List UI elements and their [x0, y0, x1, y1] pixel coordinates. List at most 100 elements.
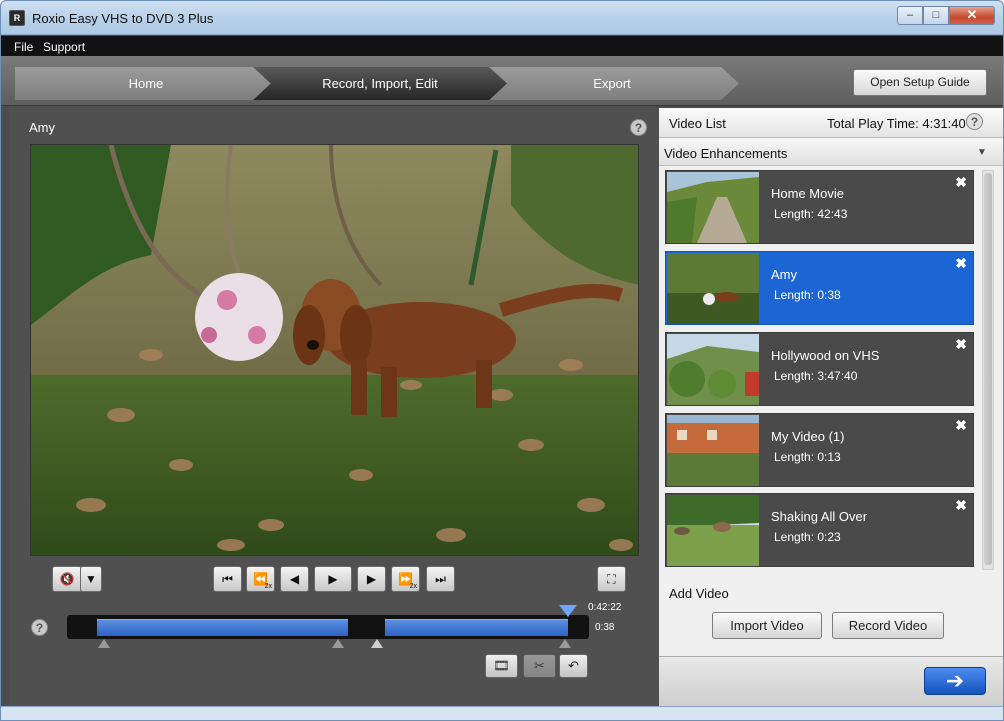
step-back-button[interactable]: ◀ — [280, 566, 309, 592]
video-name: Amy — [771, 267, 797, 282]
roxio-app-icon: R — [9, 10, 25, 26]
help-icon[interactable]: ? — [630, 119, 647, 136]
collapse-chevron-icon[interactable]: ▼ — [977, 147, 987, 158]
remove-video-icon[interactable]: ✖ — [955, 255, 967, 272]
undo-icon: ↶ — [568, 658, 579, 673]
video-item-hollywood-on-vhs[interactable]: Hollywood on VHS Length: 3:47:40 ✖ — [665, 332, 974, 406]
timeline-help-icon[interactable]: ? — [31, 619, 48, 636]
film-strip-icon: 🎞 — [493, 658, 510, 673]
trim-end-handle[interactable] — [371, 639, 383, 648]
timeline-scene-segment[interactable] — [385, 619, 569, 636]
scissors-icon: ✂ — [534, 658, 545, 673]
play-icon: ▶ — [328, 572, 338, 586]
video-item-my-video-1[interactable]: My Video (1) Length: 0:13 ✖ — [665, 413, 974, 487]
video-list-scrollbar[interactable] — [982, 170, 994, 570]
chevron-down-icon: ▼ — [85, 572, 97, 586]
video-item-home-movie[interactable]: Home Movie Length: 42:43 ✖ — [665, 170, 974, 244]
menu-bar: File Support — [1, 36, 1003, 56]
video-thumbnail — [667, 415, 759, 486]
player-pane: Amy ? 🔇 ▼ ⏮ ⏪ 2x ◀ ▶ ▶ ⏩ 2x ⏭ ⛶ ? 0:42:2… — [9, 108, 659, 706]
fast-forward-speed-label: 2x — [409, 583, 417, 590]
menu-support[interactable]: Support — [43, 40, 85, 54]
video-list: Home Movie Length: 42:43 ✖ Amy Length: 0… — [659, 166, 1003, 576]
video-length: Length: 0:38 — [774, 288, 841, 302]
playhead-marker[interactable] — [559, 605, 578, 617]
fullscreen-button[interactable]: ⛶ — [597, 566, 626, 592]
video-list-help-icon[interactable]: ? — [966, 113, 983, 130]
play-button[interactable]: ▶ — [314, 566, 352, 592]
skip-end-icon: ⏭ — [435, 572, 446, 586]
title-bar: R Roxio Easy VHS to DVD 3 Plus – □ ✕ — [1, 1, 1003, 35]
scene-end-marker[interactable] — [559, 639, 571, 648]
next-button[interactable]: ➔ — [924, 667, 986, 695]
add-video-label: Add Video — [669, 586, 729, 601]
video-name: Hollywood on VHS — [771, 348, 880, 363]
app-window: R Roxio Easy VHS to DVD 3 Plus – □ ✕ Fil… — [0, 0, 1004, 721]
nav-step-home[interactable]: Home — [15, 67, 277, 100]
window-title: Roxio Easy VHS to DVD 3 Plus — [32, 11, 214, 26]
step-forward-icon: ▶ — [366, 572, 377, 586]
open-setup-guide-button[interactable]: Open Setup Guide — [853, 69, 987, 96]
video-list-title: Video List — [669, 116, 726, 131]
rewind-button[interactable]: ⏪ 2x — [246, 566, 275, 592]
video-enhancements-header[interactable]: Video Enhancements ▼ — [659, 139, 1003, 166]
minimize-button[interactable]: – — [897, 6, 923, 25]
workflow-nav: Home Export Record, Import, Edit Open Se… — [1, 56, 1003, 106]
speaker-muted-icon: 🔇 — [59, 572, 75, 586]
video-length: Length: 3:47:40 — [774, 369, 858, 383]
window-bottom-edge — [1, 706, 1003, 720]
remove-video-icon[interactable]: ✖ — [955, 417, 967, 434]
video-name: Home Movie — [771, 186, 844, 201]
rewind-speed-label: 2x — [264, 583, 272, 590]
total-duration: 0:42:22 — [588, 602, 622, 613]
total-play-time: Total Play Time: 4:31:40 — [827, 116, 966, 131]
mute-button[interactable]: 🔇 — [52, 566, 82, 592]
clip-title: Amy — [29, 120, 55, 135]
scrollbar-thumb[interactable] — [984, 173, 992, 565]
remove-video-icon[interactable]: ✖ — [955, 336, 967, 353]
video-item-shaking-all-over[interactable]: Shaking All Over Length: 0:23 ✖ — [665, 493, 974, 567]
remove-video-icon[interactable]: ✖ — [955, 497, 967, 514]
scene-split-marker[interactable] — [332, 639, 344, 648]
video-length: Length: 0:23 — [774, 530, 841, 544]
fast-forward-button[interactable]: ⏩ 2x — [391, 566, 420, 592]
undo-button[interactable]: ↶ — [559, 654, 588, 678]
trim-start-handle[interactable] — [98, 639, 110, 648]
current-time: 0:38 — [595, 622, 615, 633]
navigation-footer: ➔ — [659, 656, 1003, 706]
video-preview[interactable] — [30, 144, 639, 556]
video-thumbnail — [667, 334, 759, 405]
nav-step-export[interactable]: Export — [485, 67, 739, 100]
maximize-button[interactable]: □ — [923, 6, 949, 25]
transport-controls: 🔇 ▼ ⏮ ⏪ 2x ◀ ▶ ▶ ⏩ 2x ⏭ ⛶ — [30, 563, 639, 596]
menu-file[interactable]: File — [14, 40, 33, 54]
video-list-pane: Video List Total Play Time: 4:31:40 ? Vi… — [659, 108, 1003, 706]
nav-step-record-import-edit[interactable]: Record, Import, Edit — [253, 67, 507, 100]
close-button[interactable]: ✕ — [949, 6, 995, 25]
arrow-right-icon: ➔ — [945, 668, 965, 693]
timeline-track[interactable] — [67, 615, 589, 639]
video-length: Length: 42:43 — [774, 207, 848, 221]
video-thumbnail — [667, 172, 759, 243]
split-button[interactable]: ✂ — [523, 654, 556, 678]
video-item-amy[interactable]: Amy Length: 0:38 ✖ — [665, 251, 974, 325]
video-enhancements-label: Video Enhancements — [664, 146, 788, 161]
video-name: Shaking All Over — [771, 509, 868, 524]
import-video-button[interactable]: Import Video — [712, 612, 822, 639]
video-frame-dog-with-ball — [31, 145, 638, 555]
skip-to-end-button[interactable]: ⏭ — [426, 566, 455, 592]
skip-start-icon: ⏮ — [222, 572, 233, 586]
video-thumbnail — [667, 495, 759, 566]
remove-video-icon[interactable]: ✖ — [955, 174, 967, 191]
fullscreen-icon: ⛶ — [607, 572, 616, 586]
video-thumbnail — [667, 253, 759, 324]
record-video-button[interactable]: Record Video — [832, 612, 944, 639]
video-name: My Video (1) — [771, 429, 845, 444]
timeline-scene-segment[interactable] — [96, 619, 348, 636]
volume-dropdown[interactable]: ▼ — [80, 566, 102, 592]
scene-detect-button[interactable]: 🎞 — [485, 654, 518, 678]
skip-to-start-button[interactable]: ⏮ — [213, 566, 242, 592]
step-back-icon: ◀ — [289, 572, 300, 586]
video-length: Length: 0:13 — [774, 450, 841, 464]
step-forward-button[interactable]: ▶ — [357, 566, 386, 592]
